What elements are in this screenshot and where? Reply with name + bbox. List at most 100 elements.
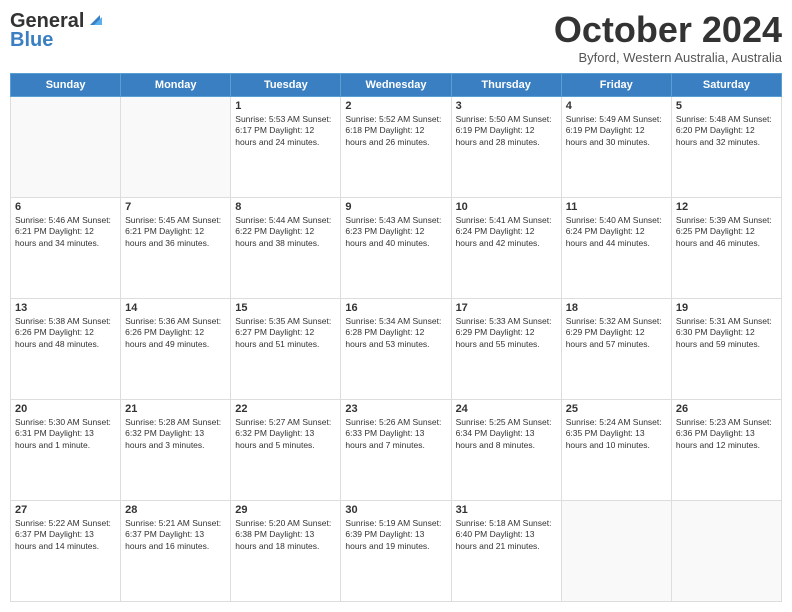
calendar-cell: 8Sunrise: 5:44 AM Sunset: 6:22 PM Daylig… (231, 197, 341, 298)
col-friday: Friday (561, 73, 671, 96)
day-info: Sunrise: 5:21 AM Sunset: 6:37 PM Dayligh… (125, 518, 226, 552)
col-tuesday: Tuesday (231, 73, 341, 96)
day-number: 25 (566, 403, 667, 415)
calendar-cell: 21Sunrise: 5:28 AM Sunset: 6:32 PM Dayli… (121, 399, 231, 500)
day-number: 20 (15, 403, 116, 415)
calendar-cell: 10 Sunrise: 5:41 AM Sunset: 6:24 PM Dayli… (451, 197, 561, 298)
calendar-cell: 19 Sunrise: 5:31 AM Sunset: 6:30 PM Dayli… (671, 298, 781, 399)
day-info: Sunrise: 5:49 AM Sunset: 6:19 PM Dayligh… (566, 114, 667, 148)
title-area: October 2024 Byford, Western Australia, … (554, 10, 782, 65)
calendar-cell: 9 Sunrise: 5:43 AM Sunset: 6:23 PM Daylig… (341, 197, 451, 298)
day-number: 19 (676, 302, 777, 314)
day-number: 29 (235, 504, 336, 516)
calendar-cell: 3 Sunrise: 5:50 AM Sunset: 6:19 PM Daylig… (451, 96, 561, 197)
day-info: Sunrise: 5:41 AM Sunset: 6:24 PM Dayligh… (456, 215, 557, 249)
day-info: Sunrise: 5:53 AM Sunset: 6:17 PM Dayligh… (235, 114, 336, 148)
calendar-week-row: 27 Sunrise: 5:22 AM Sunset: 6:37 PM Dayli… (11, 500, 782, 601)
day-number: 24 (456, 403, 557, 415)
calendar-cell: 30 Sunrise: 5:19 AM Sunset: 6:39 PM Dayli… (341, 500, 451, 601)
day-number: 10 (456, 201, 557, 213)
calendar-week-row: 20 Sunrise: 5:30 AM Sunset: 6:31 PM Dayli… (11, 399, 782, 500)
day-info: Sunrise: 5:22 AM Sunset: 6:37 PM Dayligh… (15, 518, 116, 552)
col-wednesday: Wednesday (341, 73, 451, 96)
calendar-cell (561, 500, 671, 601)
day-info: Sunrise: 5:36 AM Sunset: 6:26 PM Dayligh… (125, 316, 226, 350)
day-info: Sunrise: 5:19 AM Sunset: 6:39 PM Dayligh… (345, 518, 446, 552)
day-number: 31 (456, 504, 557, 516)
day-number: 3 (456, 100, 557, 112)
day-info: Sunrise: 5:18 AM Sunset: 6:40 PM Dayligh… (456, 518, 557, 552)
header: General Blue October 2024 Byford, Wester… (10, 10, 782, 65)
subtitle: Byford, Western Australia, Australia (554, 50, 782, 65)
day-number: 7 (125, 201, 226, 213)
calendar-cell: 18 Sunrise: 5:32 AM Sunset: 6:29 PM Dayli… (561, 298, 671, 399)
calendar-cell: 2 Sunrise: 5:52 AM Sunset: 6:18 PM Daylig… (341, 96, 451, 197)
calendar-cell: 16 Sunrise: 5:34 AM Sunset: 6:28 PM Dayli… (341, 298, 451, 399)
day-number: 18 (566, 302, 667, 314)
calendar-cell (671, 500, 781, 601)
col-saturday: Saturday (671, 73, 781, 96)
col-monday: Monday (121, 73, 231, 96)
day-number: 5 (676, 100, 777, 112)
calendar-cell: 14 Sunrise: 5:36 AM Sunset: 6:26 PM Dayli… (121, 298, 231, 399)
day-number: 30 (345, 504, 446, 516)
day-info: Sunrise: 5:38 AM Sunset: 6:26 PM Dayligh… (15, 316, 116, 350)
day-info: Sunrise: 5:39 AM Sunset: 6:25 PM Dayligh… (676, 215, 777, 249)
calendar-header-row: Sunday Monday Tuesday Wednesday Thursday… (11, 73, 782, 96)
day-number: 1 (235, 100, 336, 112)
calendar-cell: 20 Sunrise: 5:30 AM Sunset: 6:31 PM Dayli… (11, 399, 121, 500)
day-info: Sunrise: 5:52 AM Sunset: 6:18 PM Dayligh… (345, 114, 446, 148)
logo-blue: Blue (10, 29, 53, 52)
calendar-cell: 22 Sunrise: 5:27 AM Sunset: 6:32 PM Dayli… (231, 399, 341, 500)
day-info: Sunrise: 5:31 AM Sunset: 6:30 PM Dayligh… (676, 316, 777, 350)
calendar-cell: 23 Sunrise: 5:26 AM Sunset: 6:33 PM Dayli… (341, 399, 451, 500)
day-number: 2 (345, 100, 446, 112)
calendar-cell: 26 Sunrise: 5:23 AM Sunset: 6:36 PM Dayli… (671, 399, 781, 500)
day-info: Sunrise: 5:45 AM Sunset: 6:21 PM Dayligh… (125, 215, 226, 249)
calendar-cell: 29Sunrise: 5:20 AM Sunset: 6:38 PM Dayli… (231, 500, 341, 601)
day-info: Sunrise: 5:32 AM Sunset: 6:29 PM Dayligh… (566, 316, 667, 350)
day-info: Sunrise: 5:35 AM Sunset: 6:27 PM Dayligh… (235, 316, 336, 350)
calendar-cell: 7 Sunrise: 5:45 AM Sunset: 6:21 PM Daylig… (121, 197, 231, 298)
day-number: 14 (125, 302, 226, 314)
page: General Blue October 2024 Byford, Wester… (0, 0, 792, 612)
day-number: 11 (566, 201, 667, 213)
day-info: Sunrise: 5:24 AM Sunset: 6:35 PM Dayligh… (566, 417, 667, 451)
logo: General Blue (10, 10, 104, 52)
day-number: 23 (345, 403, 446, 415)
col-sunday: Sunday (11, 73, 121, 96)
day-info: Sunrise: 5:46 AM Sunset: 6:21 PM Dayligh… (15, 215, 116, 249)
calendar-cell: 6 Sunrise: 5:46 AM Sunset: 6:21 PM Daylig… (11, 197, 121, 298)
day-number: 6 (15, 201, 116, 213)
day-info: Sunrise: 5:23 AM Sunset: 6:36 PM Dayligh… (676, 417, 777, 451)
calendar-week-row: 13Sunrise: 5:38 AM Sunset: 6:26 PM Dayli… (11, 298, 782, 399)
day-number: 4 (566, 100, 667, 112)
day-info: Sunrise: 5:34 AM Sunset: 6:28 PM Dayligh… (345, 316, 446, 350)
calendar-cell: 31 Sunrise: 5:18 AM Sunset: 6:40 PM Dayli… (451, 500, 561, 601)
day-number: 27 (15, 504, 116, 516)
day-info: Sunrise: 5:26 AM Sunset: 6:33 PM Dayligh… (345, 417, 446, 451)
day-number: 26 (676, 403, 777, 415)
calendar-cell: 28Sunrise: 5:21 AM Sunset: 6:37 PM Dayli… (121, 500, 231, 601)
day-info: Sunrise: 5:25 AM Sunset: 6:34 PM Dayligh… (456, 417, 557, 451)
day-info: Sunrise: 5:27 AM Sunset: 6:32 PM Dayligh… (235, 417, 336, 451)
day-info: Sunrise: 5:33 AM Sunset: 6:29 PM Dayligh… (456, 316, 557, 350)
calendar-cell: 4 Sunrise: 5:49 AM Sunset: 6:19 PM Daylig… (561, 96, 671, 197)
day-number: 22 (235, 403, 336, 415)
day-info: Sunrise: 5:43 AM Sunset: 6:23 PM Dayligh… (345, 215, 446, 249)
calendar-cell: 25 Sunrise: 5:24 AM Sunset: 6:35 PM Dayli… (561, 399, 671, 500)
day-number: 16 (345, 302, 446, 314)
calendar-cell: 15 Sunrise: 5:35 AM Sunset: 6:27 PM Dayli… (231, 298, 341, 399)
calendar-cell: 5Sunrise: 5:48 AM Sunset: 6:20 PM Daylig… (671, 96, 781, 197)
month-title: October 2024 (554, 10, 782, 50)
day-number: 9 (345, 201, 446, 213)
day-number: 17 (456, 302, 557, 314)
calendar-cell: 24 Sunrise: 5:25 AM Sunset: 6:34 PM Dayli… (451, 399, 561, 500)
day-number: 15 (235, 302, 336, 314)
calendar-cell: 12Sunrise: 5:39 AM Sunset: 6:25 PM Dayli… (671, 197, 781, 298)
calendar-cell: 13Sunrise: 5:38 AM Sunset: 6:26 PM Dayli… (11, 298, 121, 399)
calendar-cell (11, 96, 121, 197)
day-info: Sunrise: 5:50 AM Sunset: 6:19 PM Dayligh… (456, 114, 557, 148)
day-info: Sunrise: 5:30 AM Sunset: 6:31 PM Dayligh… (15, 417, 116, 451)
day-info: Sunrise: 5:40 AM Sunset: 6:24 PM Dayligh… (566, 215, 667, 249)
